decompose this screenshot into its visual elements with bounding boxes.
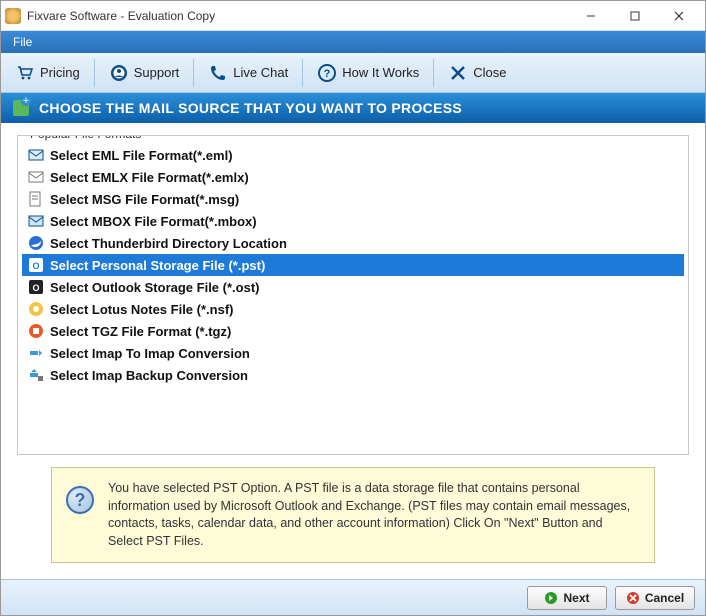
imapbackup-icon	[28, 367, 44, 383]
close-window-button[interactable]	[657, 2, 701, 30]
menu-bar: File	[1, 31, 705, 53]
maximize-icon	[630, 11, 640, 21]
support-button[interactable]: Support	[101, 59, 188, 87]
file-format-label: Select MBOX File Format(*.mbox)	[50, 214, 257, 229]
imap-icon	[28, 345, 44, 361]
howitworks-button[interactable]: ? How It Works	[309, 59, 427, 87]
file-format-label: Select Lotus Notes File (*.nsf)	[50, 302, 233, 317]
file-format-label: Select Imap To Imap Conversion	[50, 346, 250, 361]
svg-text:O: O	[32, 261, 39, 271]
file-format-item[interactable]: Select EMLX File Format(*.emlx)	[22, 166, 684, 188]
file-format-label: Select Imap Backup Conversion	[50, 368, 248, 383]
pricing-label: Pricing	[40, 65, 80, 80]
thunderbird-icon	[28, 235, 44, 251]
menu-file[interactable]: File	[5, 33, 40, 51]
phone-icon	[208, 63, 228, 83]
toolbar-separator	[94, 59, 95, 87]
info-question-icon: ?	[66, 486, 94, 514]
file-format-item[interactable]: Select Lotus Notes File (*.nsf)	[22, 298, 684, 320]
file-format-group: Popular File Formats Select EML File For…	[17, 135, 689, 455]
file-format-label: Select TGZ File Format (*.tgz)	[50, 324, 231, 339]
svg-text:O: O	[32, 283, 39, 293]
close-toolbar-button[interactable]: Close	[440, 59, 514, 87]
headset-icon	[109, 63, 129, 83]
support-label: Support	[134, 65, 180, 80]
file-format-list: Select EML File Format(*.eml) Select EMLX…	[22, 144, 684, 386]
main-panel: Popular File Formats Select EML File For…	[1, 123, 705, 579]
nsf-icon	[28, 301, 44, 317]
file-format-item[interactable]: Select Thunderbird Directory Location	[22, 232, 684, 254]
cancel-button[interactable]: Cancel	[615, 586, 695, 610]
next-button[interactable]: Next	[527, 586, 607, 610]
file-format-item[interactable]: Select Imap To Imap Conversion	[22, 342, 684, 364]
cart-icon	[15, 63, 35, 83]
pricing-button[interactable]: Pricing	[7, 59, 88, 87]
add-source-icon	[13, 100, 29, 116]
howitworks-label: How It Works	[342, 65, 419, 80]
cancel-label: Cancel	[645, 591, 684, 605]
footer-bar: Next Cancel	[1, 579, 705, 615]
file-format-label: Select EMLX File Format(*.emlx)	[50, 170, 249, 185]
toolbar-separator	[302, 59, 303, 87]
info-text: You have selected PST Option. A PST file…	[108, 480, 640, 550]
file-format-label: Select Outlook Storage File (*.ost)	[50, 280, 259, 295]
next-arrow-icon	[544, 591, 558, 605]
file-format-label: Select Thunderbird Directory Location	[50, 236, 287, 251]
eml-icon	[28, 147, 44, 163]
minimize-icon	[586, 11, 596, 21]
ost-icon: O	[28, 279, 44, 295]
group-legend: Popular File Formats	[26, 135, 145, 141]
close-toolbar-label: Close	[473, 65, 506, 80]
toolbar-separator	[193, 59, 194, 87]
close-icon	[674, 11, 684, 21]
toolbar: Pricing Support Live Chat ? How It Works…	[1, 53, 705, 93]
cancel-x-icon	[626, 591, 640, 605]
banner-title: CHOOSE THE MAIL SOURCE THAT YOU WANT TO …	[39, 100, 462, 116]
toolbar-separator	[433, 59, 434, 87]
file-format-item[interactable]: O Select Personal Storage File (*.pst)	[22, 254, 684, 276]
info-box: ? You have selected PST Option. A PST fi…	[51, 467, 655, 563]
file-format-item[interactable]: Select Imap Backup Conversion	[22, 364, 684, 386]
emlx-icon	[28, 169, 44, 185]
pst-icon: O	[28, 257, 44, 273]
title-bar: Fixvare Software - Evaluation Copy	[1, 1, 705, 31]
header-banner: CHOOSE THE MAIL SOURCE THAT YOU WANT TO …	[1, 93, 705, 123]
file-format-item[interactable]: O Select Outlook Storage File (*.ost)	[22, 276, 684, 298]
file-format-label: Select MSG File Format(*.msg)	[50, 192, 239, 207]
file-format-label: Select Personal Storage File (*.pst)	[50, 258, 265, 273]
tgz-icon	[28, 323, 44, 339]
maximize-button[interactable]	[613, 2, 657, 30]
next-label: Next	[563, 591, 589, 605]
question-icon: ?	[317, 63, 337, 83]
app-logo-icon	[5, 8, 21, 24]
livechat-label: Live Chat	[233, 65, 288, 80]
file-format-item[interactable]: Select MSG File Format(*.msg)	[22, 188, 684, 210]
x-icon	[448, 63, 468, 83]
window-title: Fixvare Software - Evaluation Copy	[27, 9, 569, 23]
file-format-item[interactable]: Select EML File Format(*.eml)	[22, 144, 684, 166]
livechat-button[interactable]: Live Chat	[200, 59, 296, 87]
file-format-item[interactable]: Select MBOX File Format(*.mbox)	[22, 210, 684, 232]
file-format-item[interactable]: Select TGZ File Format (*.tgz)	[22, 320, 684, 342]
file-format-label: Select EML File Format(*.eml)	[50, 148, 233, 163]
msg-icon	[28, 191, 44, 207]
mbox-icon	[28, 213, 44, 229]
svg-text:?: ?	[324, 68, 331, 80]
minimize-button[interactable]	[569, 2, 613, 30]
